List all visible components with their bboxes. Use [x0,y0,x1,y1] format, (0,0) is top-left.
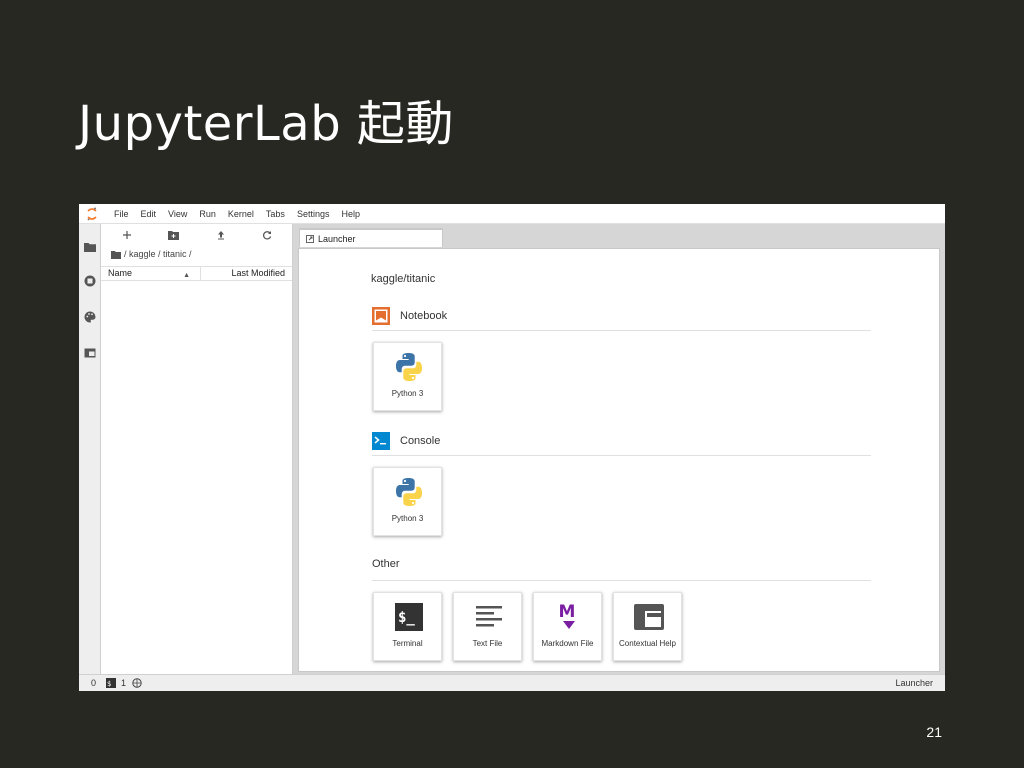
terminal-count[interactable]: 1 [121,678,126,688]
status-bar: 0 $ 1 Launcher [79,674,945,691]
launcher-panel: kaggle/titanic Notebook Python 3 Console… [298,248,940,672]
card-label: Markdown File [541,639,594,648]
menu-help[interactable]: Help [335,209,366,219]
card-label: Text File [472,639,503,648]
kernel-count[interactable]: 0 [91,678,96,688]
activity-bar [79,224,101,674]
contextual-help-card[interactable]: Contextual Help [613,592,682,661]
status-mode: Launcher [895,678,933,688]
breadcrumb-path[interactable]: / kaggle / titanic / [124,249,192,259]
terminal-status-icon[interactable]: $ [106,678,116,690]
notebook-section-header: Notebook [372,307,447,325]
menu-edit[interactable]: Edit [135,209,163,219]
menu-run[interactable]: Run [193,209,222,219]
card-label: Terminal [392,639,423,648]
terminal-card[interactable]: $_ Terminal [373,592,442,661]
menu-tabs[interactable]: Tabs [260,209,291,219]
column-last-modified[interactable]: Last Modified [201,267,292,280]
svg-text:$: $ [107,680,111,688]
contextual-help-icon [633,601,664,632]
menu-view[interactable]: View [162,209,193,219]
card-label: Contextual Help [619,639,676,648]
main-dock-area: Launcher kaggle/titanic Notebook Python … [293,224,945,674]
other-section-label: Other [372,558,400,570]
running-icon[interactable] [84,274,96,287]
file-list-header: Name ▲ Last Modified [101,266,292,281]
menu-kernel[interactable]: Kernel [222,209,260,219]
launcher-tab-icon [306,234,314,243]
python-logo-icon [393,351,424,382]
tab-launcher[interactable]: Launcher [299,228,443,247]
markdown-file-card[interactable]: M Markdown File [533,592,602,661]
new-launcher-icon[interactable] [121,229,133,241]
file-browser-toolbar [101,224,292,246]
notebook-section-label: Notebook [400,310,448,322]
file-browser: / kaggle / titanic / Name ▲ Last Modifie… [101,224,293,674]
launcher-cwd: kaggle/titanic [371,273,436,285]
breadcrumb: / kaggle / titanic / [111,249,192,259]
console-section-header: Console [372,432,440,450]
card-label: Python 3 [391,514,424,523]
console-python3-card[interactable]: Python 3 [373,467,442,536]
python-logo-icon [393,476,424,507]
jupyter-logo-icon [81,204,103,224]
other-section-header: Other [372,558,400,570]
menu-file[interactable]: File [108,209,135,219]
menu-settings[interactable]: Settings [291,209,336,219]
jupyterlab-window: File Edit View Run Kernel Tabs Settings … [79,204,945,691]
breadcrumb-folder-icon[interactable] [111,250,121,259]
terminal-icon: $_ [393,601,424,632]
column-name[interactable]: Name ▲ [101,267,201,280]
tabs-icon[interactable] [84,346,96,358]
menu-bar: File Edit View Run Kernel Tabs Settings … [79,204,945,224]
other-divider [372,580,871,581]
sort-ascending-icon: ▲ [183,272,190,279]
notebook-icon [372,307,390,325]
text-file-card[interactable]: Text File [453,592,522,661]
notebook-python3-card[interactable]: Python 3 [373,342,442,411]
svg-text:M: M [558,602,575,622]
console-icon [372,432,390,450]
palette-icon[interactable] [84,310,96,323]
page-number: 21 [926,724,942,740]
kernel-status-icon[interactable] [132,678,142,690]
tab-launcher-label: Launcher [318,233,356,244]
console-divider [372,455,871,456]
new-folder-icon[interactable] [167,229,179,241]
text-file-icon [473,601,504,632]
console-section-label: Console [400,435,441,447]
svg-text:$_: $_ [398,610,415,626]
upload-icon[interactable] [215,229,227,241]
folder-icon[interactable] [84,240,96,252]
slide-title: JupyterLab 起動 [78,96,454,152]
notebook-divider [372,330,871,331]
column-modified-label: Last Modified [231,268,285,278]
column-name-label: Name [108,268,133,278]
markdown-icon: M [553,601,584,632]
refresh-icon[interactable] [261,229,273,241]
card-label: Python 3 [391,389,424,398]
